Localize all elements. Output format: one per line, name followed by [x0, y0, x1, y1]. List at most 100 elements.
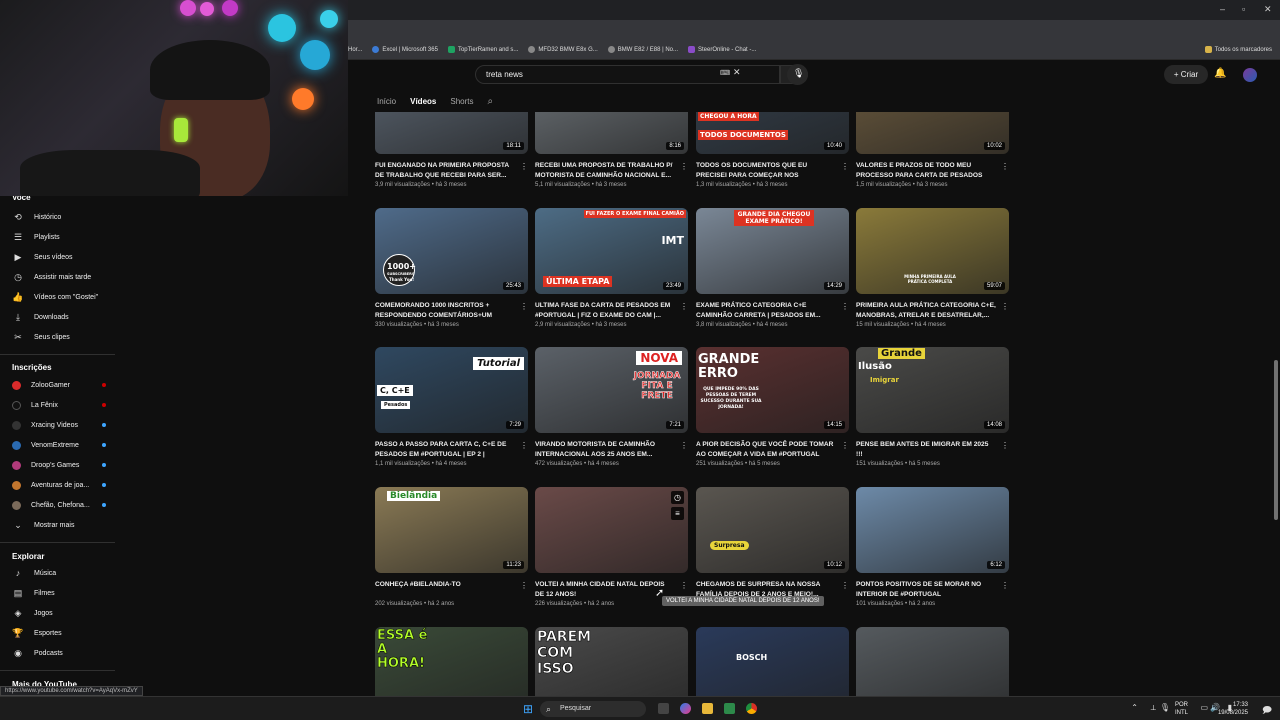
bookmark[interactable]: TopTierRamen and s... [447, 46, 518, 53]
video-card[interactable]: CHEGOU A HORA TODOS DOCUMENTOS 10:40 TOD… [696, 112, 849, 188]
network-icon[interactable]: ⟂ [1151, 703, 1156, 713]
sidebar-sub[interactable]: Chefão, Chefona... [12, 498, 112, 512]
video-thumbnail[interactable]: 6:12 [856, 487, 1009, 573]
more-options-icon[interactable]: ⋮ [841, 302, 849, 311]
tab-home[interactable]: Início [377, 97, 396, 106]
sidebar-item-movies[interactable]: ▤ Filmes [12, 586, 112, 600]
video-thumbnail[interactable]: Bielândia 11:23 [375, 487, 528, 573]
more-options-icon[interactable]: ⋮ [520, 302, 528, 311]
bookmark[interactable]: Excel | Microsoft 365 [372, 46, 438, 53]
display-icon[interactable]: ▭ [1200, 703, 1208, 712]
avatar[interactable] [1243, 68, 1257, 82]
more-options-icon[interactable]: ⋮ [680, 162, 688, 171]
video-thumbnail[interactable]: PAREM COM ISSO [535, 627, 688, 696]
more-options-icon[interactable]: ⋮ [680, 441, 688, 450]
keyboard-icon[interactable]: ⌨ [720, 69, 730, 77]
store-icon[interactable] [724, 703, 735, 714]
more-options-icon[interactable]: ⋮ [520, 441, 528, 450]
video-card[interactable]: MINHA PRIMEIRA AULA PRÁTICA COMPLETA 59:… [856, 208, 1009, 328]
video-title[interactable]: COMEMORANDO 1000 INSCRITOS + RESPONDENDO… [375, 301, 515, 320]
video-card[interactable]: FUI FAZER O EXAME FINAL CAMIÃO IMT ÚLTIM… [535, 208, 688, 328]
video-thumbnail[interactable]: Surpresa 10:12 [696, 487, 849, 573]
all-bookmarks[interactable]: Todos os marcadores [1204, 46, 1272, 53]
video-card[interactable]: ◷ ≡ VOLTEI A MINHA CIDADE NATAL DEPOIS D… [535, 487, 688, 607]
sidebar-sub[interactable]: ZolooGamer [12, 378, 112, 392]
scrollbar[interactable] [1272, 60, 1280, 696]
more-options-icon[interactable]: ⋮ [520, 162, 528, 171]
language-indicator[interactable]: POR INTL [1175, 701, 1188, 717]
minimize-icon[interactable]: – [1220, 4, 1225, 14]
video-title[interactable]: FUI ENGANADO NA PRIMEIRA PROPOSTA DE TRA… [375, 161, 515, 180]
microphone-icon[interactable]: 🎙 [1160, 703, 1170, 712]
video-title[interactable]: EXAME PRÁTICO CATEGORIA C+E CAMINHÃO CAR… [696, 301, 836, 320]
video-thumbnail[interactable] [856, 627, 1009, 696]
chevron-up-icon[interactable]: ⌃ [1131, 703, 1138, 712]
more-options-icon[interactable]: ⋮ [520, 581, 528, 590]
video-title[interactable]: PASSO A PASSO PARA CARTA C, C+E DE PESAD… [375, 440, 515, 459]
more-options-icon[interactable]: ⋮ [1001, 162, 1009, 171]
clock[interactable]: 17:33 19/08/2025 [1218, 701, 1248, 717]
video-card[interactable]: 6:12 PONTOS POSITIVOS DE SE MORAR NO INT… [856, 487, 1009, 607]
video-thumbnail[interactable]: Tutorial C, C+E Pesados 7:29 [375, 347, 528, 433]
bookmark[interactable]: Hor... [348, 47, 362, 53]
video-title[interactable]: PONTOS POSITIVOS DE SE MORAR NO INTERIOR… [856, 580, 996, 599]
video-thumbnail[interactable]: Grande Ilusão Imigrar 14:08 [856, 347, 1009, 433]
sidebar-sub[interactable]: Xracing Videos [12, 418, 112, 432]
video-title[interactable]: TODOS OS DOCUMENTOS QUE EU PRECISEI PARA… [696, 161, 836, 180]
sidebar-item-liked[interactable]: 👍 Vídeos com "Gostei" [12, 290, 112, 304]
video-title[interactable]: VIRANDO MOTORISTA DE CAMINHÃO INTERNACIO… [535, 440, 675, 459]
video-thumbnail[interactable]: GRANDE DIA CHEGOU EXAME PRÁTICO! 14:29 [696, 208, 849, 294]
video-card[interactable]: GRANDE DIA CHEGOU EXAME PRÁTICO! 14:29 E… [696, 208, 849, 328]
tab-shorts[interactable]: Shorts [450, 97, 473, 106]
chrome-icon[interactable] [746, 703, 757, 714]
copilot-icon[interactable] [680, 703, 691, 714]
show-more-button[interactable]: ⌄ Mostrar mais [12, 518, 112, 532]
tab-videos[interactable]: Vídeos [410, 97, 436, 106]
video-card[interactable]: GRANDE ERRO QUE IMPEDE 90% DAS PESSOAS D… [696, 347, 849, 467]
sidebar-sub[interactable]: La Fênix [12, 398, 112, 412]
voice-search-button[interactable]: 🎙 [787, 64, 808, 85]
video-title[interactable]: PENSE BEM ANTES DE IMIGRAR EM 2025 !!! [856, 440, 996, 459]
maximize-icon[interactable]: ▫ [1242, 4, 1245, 14]
more-options-icon[interactable]: ⋮ [841, 581, 849, 590]
add-to-queue-icon[interactable]: ≡ [671, 507, 684, 520]
sidebar-item-clips[interactable]: ✂ Seus clipes [12, 330, 112, 344]
notifications-icon[interactable]: 🗩 [1262, 703, 1272, 719]
more-options-icon[interactable]: ⋮ [1001, 441, 1009, 450]
video-card[interactable]: Surpresa 10:12 CHEGAMOS DE SURPRESA NA N… [696, 487, 849, 601]
clear-search-icon[interactable]: ✕ [733, 67, 741, 78]
create-button[interactable]: + Criar [1164, 65, 1208, 84]
video-card[interactable]: 8:16 RECEBI UMA PROPOSTA DE TRABALHO P/ … [535, 112, 688, 188]
sidebar-sub[interactable]: VenomExtreme [12, 438, 112, 452]
bookmark[interactable]: SteerOnline - Chat -... [688, 46, 756, 53]
sidebar-item-playlists[interactable]: ☰ Playlists [12, 230, 112, 244]
video-thumbnail[interactable]: 18:11 [375, 112, 528, 154]
video-card[interactable]: Grande Ilusão Imigrar 14:08 PENSE BEM AN… [856, 347, 1009, 467]
taskbar-search[interactable]: ⌕ Pesquisar [540, 701, 646, 717]
video-card[interactable]: 10:02 VALORES E PRAZOS DE TODO MEU PROCE… [856, 112, 1009, 188]
bookmark[interactable]: BMW E82 / E88 | No... [607, 46, 678, 53]
video-card[interactable]: ESSA é A HORA! [375, 627, 528, 696]
sidebar-item-music[interactable]: ♪ Música [12, 566, 112, 580]
video-thumbnail[interactable]: 10:02 [856, 112, 1009, 154]
video-card[interactable]: 18:11 FUI ENGANADO NA PRIMEIRA PROPOSTA … [375, 112, 528, 188]
video-thumbnail[interactable]: ESSA é A HORA! [375, 627, 528, 696]
notifications-bell-icon[interactable]: 🔔 [1214, 68, 1226, 79]
video-card[interactable]: 1000+ SUBSCRIBERS Thank You! 25:43 COMEM… [375, 208, 528, 328]
sidebar-sub[interactable]: Droop's Games [12, 458, 112, 472]
file-explorer-icon[interactable] [702, 703, 713, 714]
video-thumbnail[interactable]: NOVA JORNADA FITA E FRETE 7:21 [535, 347, 688, 433]
video-thumbnail[interactable]: 1000+ SUBSCRIBERS Thank You! 25:43 [375, 208, 528, 294]
more-options-icon[interactable]: ⋮ [680, 302, 688, 311]
sidebar-sub[interactable]: Aventuras de joa... [12, 478, 112, 492]
watch-later-icon[interactable]: ◷ [671, 491, 684, 504]
subscriptions-heading[interactable]: Inscrições [12, 363, 52, 372]
video-card[interactable]: Tutorial C, C+E Pesados 7:29 PASSO A PAS… [375, 347, 528, 467]
video-thumbnail[interactable]: 8:16 [535, 112, 688, 154]
video-card[interactable]: NOVA JORNADA FITA E FRETE 7:21 VIRANDO M… [535, 347, 688, 467]
video-card[interactable]: Bielândia 11:23 CONHEÇA #BIELANDIA-TO 20… [375, 487, 528, 607]
more-options-icon[interactable]: ⋮ [1001, 581, 1009, 590]
bookmark[interactable]: MFD32 BMW E8x G... [528, 46, 598, 53]
video-thumbnail[interactable]: GRANDE ERRO QUE IMPEDE 90% DAS PESSOAS D… [696, 347, 849, 433]
task-view-icon[interactable] [658, 703, 669, 714]
